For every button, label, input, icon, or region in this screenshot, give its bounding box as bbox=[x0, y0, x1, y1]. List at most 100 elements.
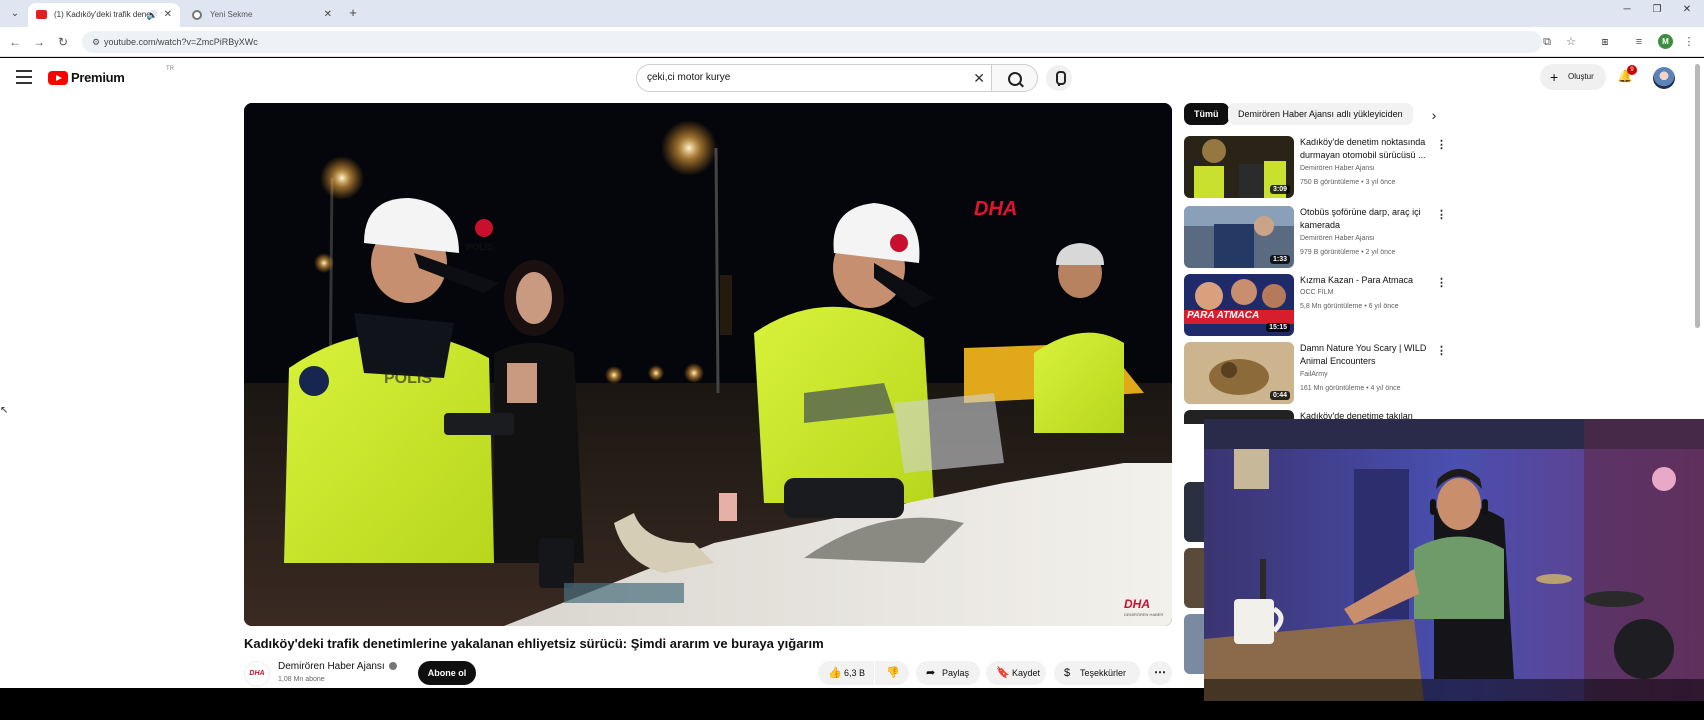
page-scrollbar[interactable] bbox=[1695, 64, 1700, 328]
webcam-frame bbox=[1204, 419, 1704, 701]
bookmark-icon: 🔖 bbox=[996, 667, 1010, 679]
dha-corner-logo: DHA bbox=[1124, 597, 1150, 611]
recommendation-item[interactable]: PARA ATMACA 15:15 Kızma Kazan - Para Atm… bbox=[1184, 274, 1447, 338]
search-query: çeki,ci motor kurye bbox=[647, 72, 731, 83]
rec-channel: Demirören Haber Ajansı bbox=[1300, 165, 1375, 172]
yt-header: Premium TR çeki,ci motor kurye ✕ + Oluşt… bbox=[0, 58, 1704, 98]
dha-corner-sub: DEMİRÖREN HABER bbox=[1124, 612, 1163, 617]
recommendation-item[interactable]: 3:09 Kadıköy'de denetim noktasında durma… bbox=[1184, 136, 1447, 200]
save-label: Kaydet bbox=[1012, 668, 1041, 678]
video-frame: DHA POLİS POLİS DHA DEMİRÖREN HABER bbox=[244, 103, 1172, 626]
duration-badge: 1:33 bbox=[1269, 255, 1290, 264]
more-options-icon[interactable]: ⋮ bbox=[1436, 344, 1447, 357]
video-title: Kadıköy'deki trafik denetimlerine yakala… bbox=[244, 636, 824, 651]
speaker-icon[interactable]: 🔊 bbox=[147, 3, 158, 27]
tab-search-button[interactable]: ⌄ bbox=[6, 5, 24, 23]
channel-avatar[interactable]: DHA bbox=[244, 661, 270, 687]
chrome-favicon-icon bbox=[192, 10, 202, 20]
voice-search-icon[interactable] bbox=[1046, 65, 1072, 91]
country-code: TR bbox=[166, 66, 174, 72]
duration-badge: 0:44 bbox=[1269, 391, 1290, 400]
search-input[interactable]: çeki,ci motor kurye ✕ bbox=[636, 64, 992, 92]
back-button[interactable]: ← bbox=[6, 33, 24, 51]
thumbs-up-icon: 👍 bbox=[828, 667, 842, 679]
recommendation-item[interactable]: 1:33 Otobüs şoförüne darp, araç içi kame… bbox=[1184, 206, 1447, 270]
install-app-icon[interactable]: ⧉ bbox=[1538, 33, 1556, 51]
notification-badge: 9 bbox=[1627, 65, 1637, 75]
tab-strip: ⌄ (1) Kadıköy'deki trafik dene 🔊 ✕ Yeni … bbox=[0, 0, 1704, 27]
subscribe-button[interactable]: Abone ol bbox=[418, 661, 476, 685]
more-actions-button[interactable]: ⋯ bbox=[1148, 661, 1172, 685]
forward-button[interactable]: → bbox=[30, 33, 48, 51]
create-label: Oluştur bbox=[1568, 72, 1594, 81]
duration-badge: 3:09 bbox=[1269, 185, 1290, 194]
video-thumbnail[interactable]: 0:44 bbox=[1184, 342, 1294, 404]
share-button[interactable]: ➦ Paylaş bbox=[916, 661, 980, 685]
url-text: youtube.com/watch?v=ZmcPiRByXWc bbox=[104, 37, 258, 47]
reading-list-icon[interactable]: ≡ bbox=[1630, 33, 1648, 51]
video-thumbnail[interactable]: 1:33 bbox=[1184, 206, 1294, 268]
covered-thumbnail[interactable] bbox=[1184, 614, 1204, 674]
channel-name-text[interactable]: Demirören Haber Ajansı bbox=[278, 661, 385, 672]
covered-thumbnail[interactable] bbox=[1184, 482, 1204, 542]
close-window-button[interactable]: ✕ bbox=[1672, 4, 1702, 15]
chevron-right-icon[interactable]: › bbox=[1424, 105, 1444, 125]
more-options-icon[interactable]: ⋮ bbox=[1436, 138, 1447, 151]
cap-text: POLİS bbox=[466, 242, 493, 252]
menu-icon[interactable] bbox=[16, 70, 32, 84]
subscriber-count: 1,08 Mn abone bbox=[278, 676, 325, 683]
tab-youtube[interactable]: (1) Kadıköy'deki trafik dene 🔊 ✕ bbox=[28, 3, 180, 27]
browser-toolbar: ← → ↻ ⚙ youtube.com/watch?v=ZmcPiRByXWc … bbox=[0, 27, 1704, 57]
tab-title: (1) Kadıköy'deki trafik dene bbox=[54, 10, 151, 19]
rec-meta: 750 B görüntüleme • 3 yıl önce bbox=[1300, 179, 1396, 186]
restore-button[interactable]: ❐ bbox=[1642, 4, 1672, 15]
video-thumbnail[interactable]: 3:09 bbox=[1184, 136, 1294, 198]
profile-avatar[interactable]: M bbox=[1658, 34, 1673, 49]
reload-button[interactable]: ↻ bbox=[54, 33, 72, 51]
search-button[interactable] bbox=[992, 64, 1038, 92]
thanks-label: Teşekkürler bbox=[1080, 668, 1127, 678]
account-avatar[interactable] bbox=[1653, 67, 1675, 89]
recommendation-item[interactable]: 0:44 Damn Nature You Scary | WILD Animal… bbox=[1184, 342, 1447, 406]
share-arrow-icon: ➦ bbox=[926, 667, 936, 679]
dha-watermark: DHA bbox=[974, 198, 1017, 220]
close-tab-icon[interactable]: ✕ bbox=[164, 3, 172, 27]
vest-text: POLİS bbox=[384, 369, 432, 387]
like-count: 6,3 B bbox=[844, 668, 866, 678]
bookmark-star-icon[interactable]: ☆ bbox=[1562, 33, 1580, 51]
tab-new[interactable]: Yeni Sekme ✕ bbox=[184, 3, 340, 27]
like-button[interactable]: 👍 6,3 B bbox=[818, 661, 874, 685]
extensions-icon[interactable]: ⧆ bbox=[1596, 33, 1614, 51]
minimize-button[interactable]: ─ bbox=[1612, 4, 1642, 15]
super-thanks-icon: $ bbox=[1064, 667, 1071, 679]
clear-search-icon[interactable]: ✕ bbox=[973, 65, 985, 91]
save-button[interactable]: 🔖 Kaydet bbox=[986, 661, 1046, 685]
chip-all[interactable]: Tümü bbox=[1184, 103, 1229, 125]
rec-title: Otobüs şoförüne darp, araç içi kamerada bbox=[1300, 207, 1421, 230]
chip-uploader[interactable]: Demirören Haber Ajansı adlı yükleyiciden bbox=[1228, 103, 1413, 125]
thanks-button[interactable]: $ Teşekkürler bbox=[1054, 661, 1140, 685]
browser-menu-icon[interactable]: ⋮ bbox=[1680, 33, 1698, 51]
tab-title: Yeni Sekme bbox=[210, 10, 253, 19]
logo-text: Premium bbox=[71, 70, 125, 85]
covered-thumbnail[interactable] bbox=[1184, 548, 1204, 608]
youtube-play-icon bbox=[48, 71, 68, 85]
create-button[interactable]: + Oluştur bbox=[1540, 64, 1606, 90]
dislike-button[interactable]: 👎 bbox=[875, 661, 909, 685]
video-thumbnail[interactable]: PARA ATMACA 15:15 bbox=[1184, 274, 1294, 336]
new-tab-button[interactable]: + bbox=[344, 4, 362, 22]
webcam-overlay bbox=[1204, 419, 1704, 701]
address-bar[interactable]: ⚙ youtube.com/watch?v=ZmcPiRByXWc bbox=[82, 31, 1542, 53]
rec-meta: 979 B görüntüleme • 2 yıl önce bbox=[1300, 249, 1396, 256]
channel-name[interactable]: Demirören Haber Ajansı bbox=[278, 661, 397, 672]
thumbs-down-icon: 👎 bbox=[886, 667, 900, 679]
more-options-icon[interactable]: ⋮ bbox=[1436, 276, 1447, 289]
video-player[interactable]: DHA POLİS POLİS DHA DEMİRÖREN HABER bbox=[244, 103, 1172, 626]
duration-badge: 15:15 bbox=[1266, 323, 1290, 332]
more-options-icon[interactable]: ⋮ bbox=[1436, 208, 1447, 221]
rec-meta: 161 Mn görüntüleme • 4 yıl önce bbox=[1300, 385, 1401, 392]
rec-channel: Demirören Haber Ajansı bbox=[1300, 235, 1375, 242]
site-info-icon[interactable]: ⚙ bbox=[88, 34, 104, 50]
rec-channel: OCC FİLM bbox=[1300, 289, 1334, 296]
close-tab-icon[interactable]: ✕ bbox=[324, 3, 332, 27]
